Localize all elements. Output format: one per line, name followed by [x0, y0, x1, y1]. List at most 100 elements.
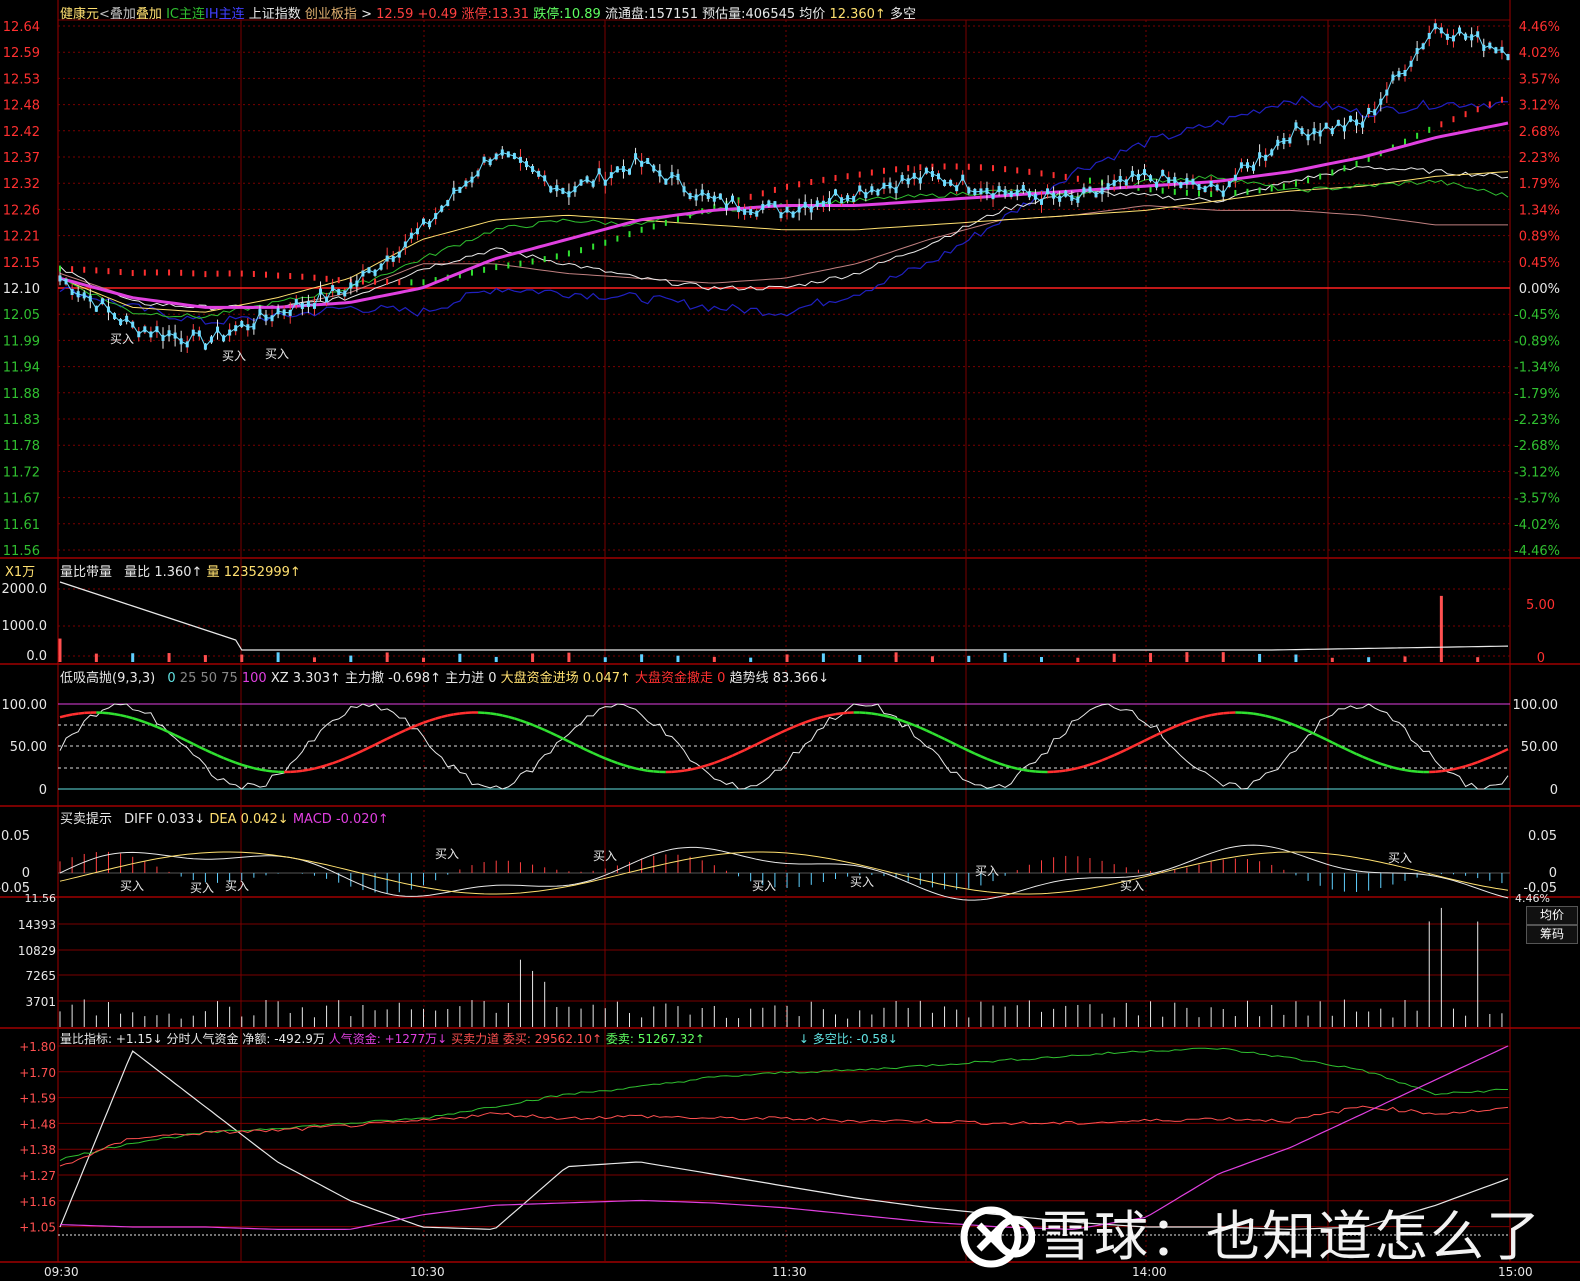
index1-label[interactable]: 上证指数: [249, 7, 301, 22]
buy-mark-macd-5: 买入: [752, 879, 776, 893]
vol-bar: [422, 657, 426, 662]
osc-trend-seg: [192, 742, 200, 749]
vol-bar: [1039, 656, 1043, 662]
osc-trend-seg: [713, 759, 721, 765]
osc-trend-seg: [1065, 768, 1073, 772]
vol2-tick-left: 3701: [25, 995, 56, 1009]
index2-label[interactable]: 创业板指: [305, 7, 357, 22]
osc-trend-seg: [889, 715, 897, 721]
osc-trend-seg: [1343, 747, 1352, 753]
osc-trend-seg: [1368, 758, 1376, 763]
sent-bid: 委买: 29562.10↑: [502, 1032, 603, 1046]
osc-trend-seg: [1107, 754, 1115, 759]
sent-bid-line: [59, 1047, 1508, 1162]
osc-trend-seg: [398, 729, 406, 735]
osc-trend-seg: [810, 717, 818, 722]
osc-trend-seg: [919, 726, 927, 732]
osc-trend-seg: [750, 743, 758, 749]
overlay-label[interactable]: <叠加: [99, 7, 136, 22]
osc-trend-seg: [568, 740, 576, 746]
osc-trend-seg: [320, 764, 327, 769]
osc-trend-seg: [950, 740, 958, 747]
osc-trend-seg: [1283, 719, 1291, 725]
macd-tick-left: 0.05: [1, 829, 30, 844]
osc-level-75: 75: [221, 671, 238, 686]
osc-tick-left: 100.00: [2, 698, 48, 713]
osc-trend-seg: [1119, 748, 1127, 754]
osc-trend-seg: [635, 767, 642, 771]
next-arrow[interactable]: >: [361, 7, 372, 22]
osc-trend-seg: [350, 752, 358, 758]
osc-trend-seg: [556, 734, 564, 740]
osc-trend-seg: [501, 714, 509, 719]
osc-trend-seg: [1392, 766, 1400, 771]
sent-tick-left: +1.27: [19, 1169, 56, 1183]
osc-trend-seg: [1125, 745, 1133, 751]
osc-trend-seg: [707, 761, 715, 767]
time-tick: 10:30: [410, 1265, 445, 1279]
osc-trend-seg: [538, 726, 546, 732]
osc-trend-seg: [835, 712, 842, 716]
osc-trend-seg: [132, 717, 140, 722]
osc-trend-seg: [65, 713, 73, 717]
sent-tick-left: +1.70: [19, 1066, 56, 1080]
osc-trend-seg: [598, 754, 606, 760]
vol-bar: [1076, 657, 1080, 662]
vol-bar: [712, 656, 716, 662]
ih-label[interactable]: IH主连: [205, 7, 245, 22]
osc-trend-seg: [296, 769, 303, 773]
ic-label[interactable]: IC主连: [166, 7, 205, 22]
osc-trend-seg: [1265, 714, 1273, 719]
osc-trend-seg: [762, 737, 770, 743]
osc-trend-seg: [108, 712, 115, 716]
buy-mark-macd-9: 买入: [1388, 851, 1412, 865]
osc-trend-seg: [592, 752, 600, 758]
macd-tick-right: 0.05: [1528, 829, 1557, 844]
buy-mark-price-0: 买入: [110, 332, 134, 346]
chips-button[interactable]: 筹码: [1526, 925, 1578, 944]
osc-trend-seg: [986, 757, 994, 763]
price-tick-right: 0.45%: [1519, 256, 1560, 271]
vol-bar: [640, 654, 644, 662]
osc-trend-seg: [1495, 750, 1503, 756]
stock-name[interactable]: 健康元: [60, 7, 99, 22]
price-tick-left: 11.99: [3, 334, 40, 349]
osc-trend-seg: [229, 759, 237, 764]
vol2-top-left: 11.56: [25, 892, 57, 905]
sent-pop: 人气资金: +1277万↓: [328, 1032, 448, 1046]
sent-tick-left: +1.05: [19, 1221, 56, 1235]
osc-trend-seg: [1131, 742, 1139, 748]
osc-tick-right: 100.00: [1513, 698, 1559, 713]
longshort-label[interactable]: 多空: [890, 7, 916, 22]
osc-trend-seg: [841, 711, 848, 715]
osc-level-0: 0: [167, 671, 176, 686]
osc-trend-seg: [725, 754, 733, 760]
ratio-value: 1.360↑: [154, 565, 203, 580]
osc-trend-seg: [956, 743, 964, 750]
sent-ratio: 量比指标: +1.15↓: [60, 1032, 163, 1046]
osc-trend-seg: [895, 717, 903, 722]
chart-header: 健康元<叠加叠加 IC主连IH主连 上证指数 创业板指 > 12.59 +0.4…: [60, 7, 916, 22]
price-tick-right: 1.79%: [1519, 177, 1560, 192]
osc-trend-seg: [386, 734, 394, 740]
osc-trend-seg: [623, 763, 630, 769]
osc-trend-seg: [731, 751, 740, 757]
osc-main-out: 主力撤 -0.698↑: [345, 671, 441, 686]
price-tick-right: 4.46%: [1519, 20, 1560, 35]
osc-trend-seg: [1101, 756, 1109, 762]
osc-trend-seg: [344, 754, 352, 760]
vol2-tick-left: 14393: [18, 918, 56, 932]
price-tick-left: 12.64: [3, 20, 40, 35]
osc-trend-seg: [1435, 769, 1442, 773]
price-tick-left: 12.10: [3, 282, 40, 297]
osc-trend-seg: [804, 719, 812, 724]
osc-trend-seg: [308, 767, 315, 772]
avg-price-button[interactable]: 均价: [1526, 906, 1578, 925]
osc-trend-seg: [59, 714, 67, 719]
time-tick: 09:30: [44, 1265, 79, 1279]
price-tick-right: 3.12%: [1519, 99, 1560, 114]
price-tick-right: -1.79%: [1514, 387, 1560, 402]
vol-bar: [203, 655, 207, 662]
osc-trend-seg: [265, 769, 273, 773]
osc-trend-seg: [974, 752, 982, 758]
